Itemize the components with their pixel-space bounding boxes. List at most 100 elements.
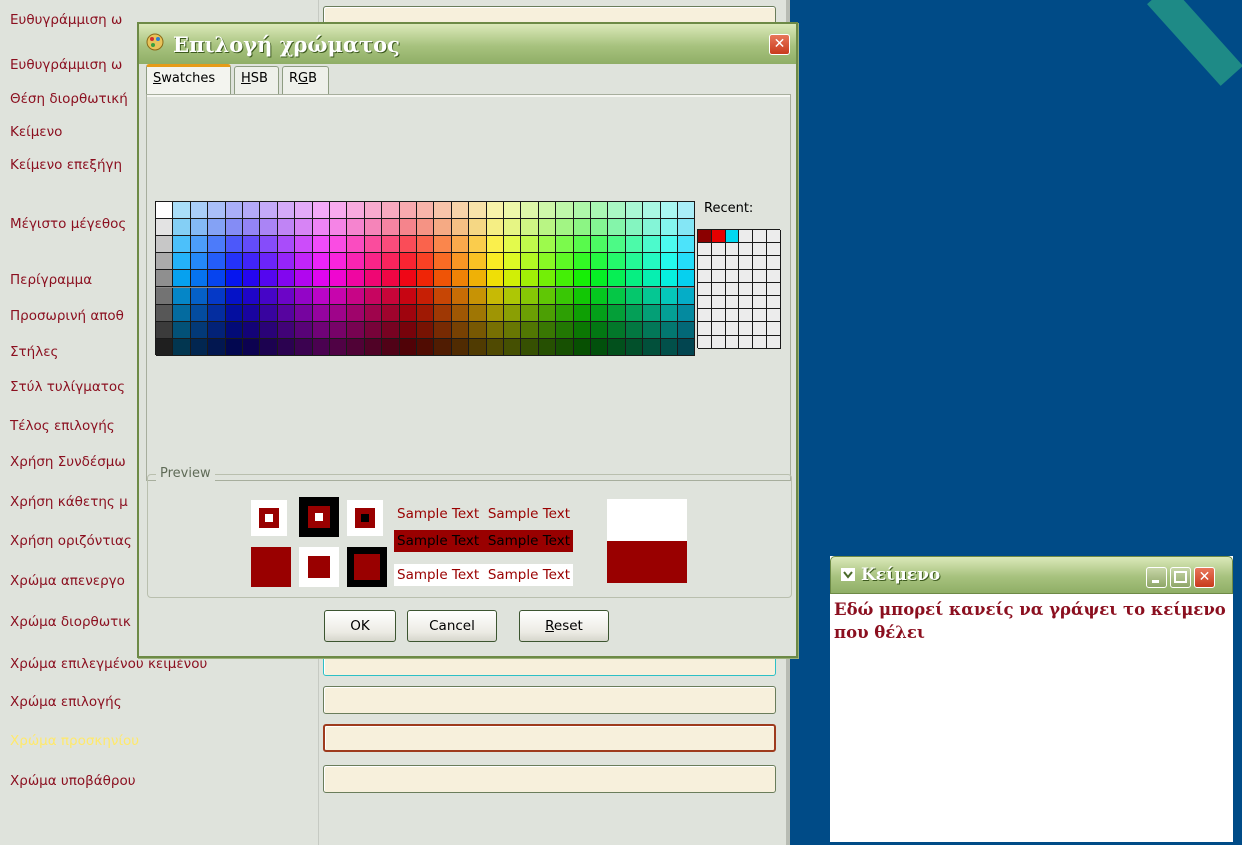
color-swatch[interactable]: [295, 253, 313, 271]
color-swatch[interactable]: [608, 270, 626, 288]
recent-swatch[interactable]: [711, 309, 726, 323]
color-swatch[interactable]: [521, 321, 539, 339]
color-swatch[interactable]: [608, 219, 626, 237]
color-swatch[interactable]: [156, 253, 174, 271]
color-swatch[interactable]: [504, 270, 522, 288]
color-swatch[interactable]: [382, 253, 400, 271]
color-swatch[interactable]: [156, 321, 174, 339]
color-swatch[interactable]: [225, 304, 243, 322]
color-swatch[interactable]: [330, 236, 348, 254]
color-swatch[interactable]: [643, 338, 661, 356]
color-swatch[interactable]: [295, 287, 313, 305]
color-swatch[interactable]: [225, 270, 243, 288]
color-swatch[interactable]: [277, 287, 296, 305]
color-swatch[interactable]: [660, 304, 678, 322]
color-swatch[interactable]: [504, 338, 522, 356]
recent-swatch[interactable]: [725, 335, 740, 349]
color-swatch[interactable]: [486, 253, 504, 271]
color-swatch[interactable]: [591, 236, 609, 254]
color-swatch[interactable]: [312, 202, 330, 220]
color-swatch[interactable]: [156, 338, 174, 356]
color-swatch[interactable]: [347, 338, 365, 356]
color-swatch[interactable]: [521, 338, 539, 356]
color-swatch[interactable]: [417, 236, 435, 254]
color-swatch[interactable]: [451, 321, 470, 339]
color-swatch[interactable]: [625, 270, 644, 288]
color-swatch[interactable]: [608, 287, 626, 305]
color-swatch[interactable]: [190, 321, 209, 339]
recent-swatch[interactable]: [698, 296, 712, 310]
color-swatch[interactable]: [608, 253, 626, 271]
color-swatch[interactable]: [208, 253, 226, 271]
color-swatch[interactable]: [312, 236, 330, 254]
color-swatch[interactable]: [364, 236, 383, 254]
color-swatch[interactable]: [208, 338, 226, 356]
color-swatch[interactable]: [538, 253, 557, 271]
color-swatch[interactable]: [660, 236, 678, 254]
color-swatch[interactable]: [643, 219, 661, 237]
color-swatch[interactable]: [643, 236, 661, 254]
color-swatch[interactable]: [156, 270, 174, 288]
color-swatch[interactable]: [399, 236, 417, 254]
color-swatch[interactable]: [417, 321, 435, 339]
color-swatch[interactable]: [382, 202, 400, 220]
color-swatch[interactable]: [225, 236, 243, 254]
color-swatch[interactable]: [399, 304, 417, 322]
color-swatch[interactable]: [312, 338, 330, 356]
color-swatch[interactable]: [573, 338, 591, 356]
color-swatch[interactable]: [347, 253, 365, 271]
color-swatch[interactable]: [225, 321, 243, 339]
recent-swatch[interactable]: [767, 256, 781, 270]
color-swatch[interactable]: [190, 202, 209, 220]
color-swatch[interactable]: [469, 287, 487, 305]
color-swatch[interactable]: [469, 219, 487, 237]
color-swatch[interactable]: [277, 236, 296, 254]
color-swatch[interactable]: [243, 287, 261, 305]
color-swatch[interactable]: [556, 236, 574, 254]
color-swatch[interactable]: [504, 202, 522, 220]
color-swatch[interactable]: [556, 202, 574, 220]
color-swatch[interactable]: [521, 219, 539, 237]
color-swatch[interactable]: [277, 321, 296, 339]
color-swatch[interactable]: [678, 219, 696, 237]
recent-swatch[interactable]: [767, 335, 781, 349]
color-swatch[interactable]: [295, 321, 313, 339]
color-swatch[interactable]: [312, 219, 330, 237]
color-swatch[interactable]: [469, 270, 487, 288]
color-swatch[interactable]: [156, 304, 174, 322]
color-swatch[interactable]: [208, 287, 226, 305]
color-swatch[interactable]: [625, 236, 644, 254]
selection-color-field[interactable]: [323, 686, 776, 714]
foreground-color-field[interactable]: [323, 724, 776, 752]
recent-swatch[interactable]: [725, 269, 740, 283]
color-swatch[interactable]: [434, 321, 452, 339]
color-swatch[interactable]: [312, 287, 330, 305]
color-swatch[interactable]: [504, 287, 522, 305]
color-swatch[interactable]: [243, 338, 261, 356]
color-swatch[interactable]: [190, 338, 209, 356]
recent-swatch[interactable]: [753, 230, 767, 244]
color-swatch[interactable]: [504, 253, 522, 271]
color-swatch[interactable]: [573, 321, 591, 339]
color-swatch[interactable]: [573, 219, 591, 237]
color-swatch[interactable]: [608, 304, 626, 322]
recent-swatch[interactable]: [698, 309, 712, 323]
color-swatch[interactable]: [643, 321, 661, 339]
color-swatch[interactable]: [208, 304, 226, 322]
color-swatch[interactable]: [260, 338, 278, 356]
color-swatch[interactable]: [382, 338, 400, 356]
recent-swatch[interactable]: [725, 282, 740, 296]
color-swatch[interactable]: [364, 219, 383, 237]
color-swatch[interactable]: [173, 287, 191, 305]
text-window-close-button[interactable]: ✕: [1194, 567, 1215, 588]
recent-swatch[interactable]: [698, 322, 712, 336]
color-swatch[interactable]: [434, 236, 452, 254]
recent-swatch[interactable]: [711, 335, 726, 349]
recent-swatch[interactable]: [753, 309, 767, 323]
color-swatch[interactable]: [538, 202, 557, 220]
color-swatch[interactable]: [208, 270, 226, 288]
recent-swatch[interactable]: [767, 296, 781, 310]
color-swatch[interactable]: [382, 304, 400, 322]
color-swatch[interactable]: [625, 304, 644, 322]
color-swatch[interactable]: [417, 253, 435, 271]
